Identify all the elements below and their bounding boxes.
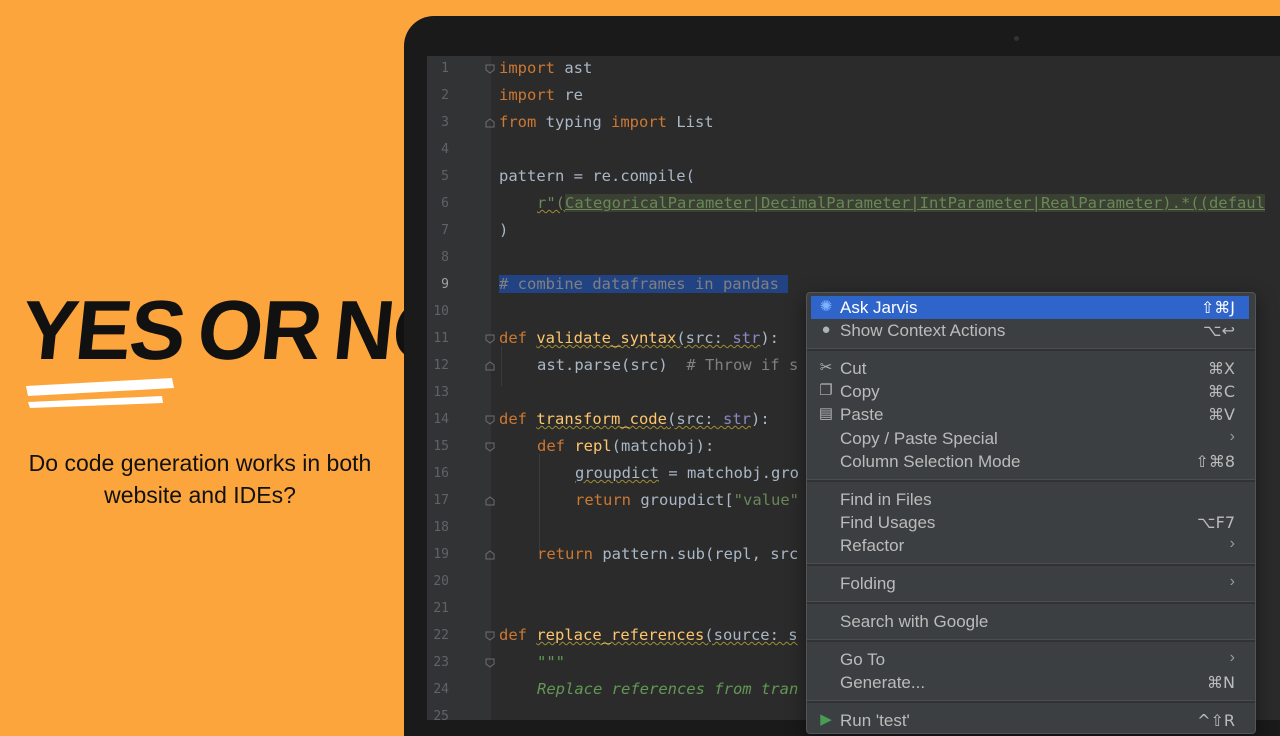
fold-icon[interactable]: [485, 658, 495, 668]
fold-icon[interactable]: [485, 64, 495, 74]
line-number: 6: [441, 196, 449, 211]
menu-item-show-context-actions[interactable]: ● Show Context Actions ⌥↩: [811, 319, 1249, 342]
menu-separator: [807, 479, 1255, 482]
run-icon: ▶: [820, 711, 832, 728]
line-number: 11: [433, 331, 449, 346]
menu-separator: [807, 601, 1255, 604]
context-menu: ✺ Ask Jarvis ⇧⌘J ● Show Context Actions …: [806, 292, 1256, 734]
headline-yes: YES: [17, 283, 190, 377]
fold-icon[interactable]: [485, 334, 495, 344]
line-number: 19: [433, 547, 449, 562]
line-number: 22: [433, 628, 449, 643]
menu-item-run-test[interactable]: ▶ Run 'test' ^⇧R: [811, 709, 1249, 732]
brush-underline: [26, 378, 174, 408]
line-number: 15: [433, 439, 449, 454]
line-number: 10: [433, 304, 449, 319]
line-number: 4: [441, 142, 449, 157]
code-line-24: Replace references from tran: [537, 680, 799, 698]
line-number: 12: [433, 358, 449, 373]
line-number-current: 9: [441, 277, 449, 292]
menu-item-generate[interactable]: Generate... ⌘N: [811, 671, 1249, 694]
line-number: 7: [441, 223, 449, 238]
code-line-6: r"(CategoricalParameter|DecimalParameter…: [537, 194, 1265, 212]
code-line-22: def replace_references(source: s: [499, 626, 798, 644]
camera-dot: [1014, 36, 1019, 41]
menu-item-paste[interactable]: ▤ Paste ⌘V: [811, 403, 1249, 426]
indent-guide: [501, 346, 502, 386]
line-number: 20: [433, 574, 449, 589]
code-line-5: pattern = re.compile(: [499, 167, 695, 185]
code-line-23: """: [537, 653, 565, 671]
line-number: 8: [441, 250, 449, 265]
promo-panel: YESORNO Do code generation works in both…: [0, 0, 461, 720]
code-line-17: return groupdict["value": [575, 491, 799, 509]
fold-end-icon[interactable]: [485, 361, 495, 371]
line-number: 25: [433, 709, 449, 720]
scissors-icon: ✂: [819, 359, 833, 376]
code-line-7: ): [499, 221, 509, 239]
line-number: 14: [433, 412, 449, 427]
code-line-1: import ast: [499, 59, 593, 77]
menu-item-ask-jarvis[interactable]: ✺ Ask Jarvis ⇧⌘J: [811, 296, 1249, 319]
line-number: 24: [433, 682, 449, 697]
line-number: 21: [433, 601, 449, 616]
menu-item-refactor[interactable]: Refactor ›: [811, 534, 1249, 557]
menu-item-cut[interactable]: ✂ Cut ⌘X: [811, 357, 1249, 380]
menu-item-copy[interactable]: ❐ Copy ⌘C: [811, 380, 1249, 403]
line-number: 17: [433, 493, 449, 508]
menu-item-copy-paste-special[interactable]: Copy / Paste Special ›: [811, 427, 1249, 450]
fold-icon[interactable]: [485, 415, 495, 425]
chevron-right-icon: ›: [1229, 649, 1235, 666]
code-line-11: def validate_syntax(src: str):: [499, 329, 779, 347]
chevron-right-icon: ›: [1229, 428, 1235, 445]
line-number: 18: [433, 520, 449, 535]
menu-separator: [807, 700, 1255, 703]
code-line-15: def repl(matchobj):: [537, 437, 715, 455]
menu-item-column-selection-mode[interactable]: Column Selection Mode ⇧⌘8: [811, 450, 1249, 473]
line-number: 3: [441, 115, 449, 130]
subtitle-line-2: website and IDEs?: [104, 482, 296, 508]
chevron-right-icon: ›: [1229, 535, 1235, 552]
menu-item-folding[interactable]: Folding ›: [811, 572, 1249, 595]
menu-separator: [807, 348, 1255, 351]
menu-separator: [807, 563, 1255, 566]
copy-icon: ❐: [819, 382, 833, 399]
headline-or: OR: [193, 283, 326, 377]
fold-end-icon[interactable]: [485, 550, 495, 560]
lightbulb-icon: ●: [821, 321, 831, 338]
menu-separator: [807, 639, 1255, 642]
line-number: 1: [441, 61, 449, 76]
jarvis-icon: ✺: [819, 298, 833, 315]
line-number: 5: [441, 169, 449, 184]
line-number: 23: [433, 655, 449, 670]
line-number: 16: [433, 466, 449, 481]
indent-guide: [539, 454, 540, 554]
fold-icon[interactable]: [485, 631, 495, 641]
line-number: 13: [433, 385, 449, 400]
code-line-19: return pattern.sub(repl, src: [537, 545, 799, 563]
subtitle-line-1: Do code generation works in both: [28, 450, 372, 476]
menu-item-search-with-google[interactable]: Search with Google: [811, 610, 1249, 633]
fold-icon[interactable]: [485, 442, 495, 452]
menu-item-find-in-files[interactable]: Find in Files: [811, 488, 1249, 511]
menu-item-find-usages[interactable]: Find Usages ⌥F7: [811, 511, 1249, 534]
subtitle: Do code generation works in both website…: [0, 447, 400, 511]
code-line-3: from typing import List: [499, 113, 714, 131]
code-line-2: import re: [499, 86, 583, 104]
menu-item-go-to[interactable]: Go To ›: [811, 648, 1249, 671]
code-line-14: def transform_code(src: str):: [499, 410, 770, 428]
clipboard-icon: ▤: [818, 405, 834, 422]
fold-end-icon[interactable]: [485, 118, 495, 128]
code-line-16: groupdict = matchobj.gro: [575, 464, 799, 482]
code-line-12: ast.parse(src) # Throw if s: [537, 356, 799, 374]
line-number-gutter: 1 2 3 4 5 6 7 8 9 10 11 12 13 14 15 16 1…: [427, 56, 495, 720]
fold-end-icon[interactable]: [485, 496, 495, 506]
code-line-9-selected: # combine dataframes in pandas: [499, 275, 789, 297]
chevron-right-icon: ›: [1229, 573, 1235, 590]
line-number: 2: [441, 88, 449, 103]
